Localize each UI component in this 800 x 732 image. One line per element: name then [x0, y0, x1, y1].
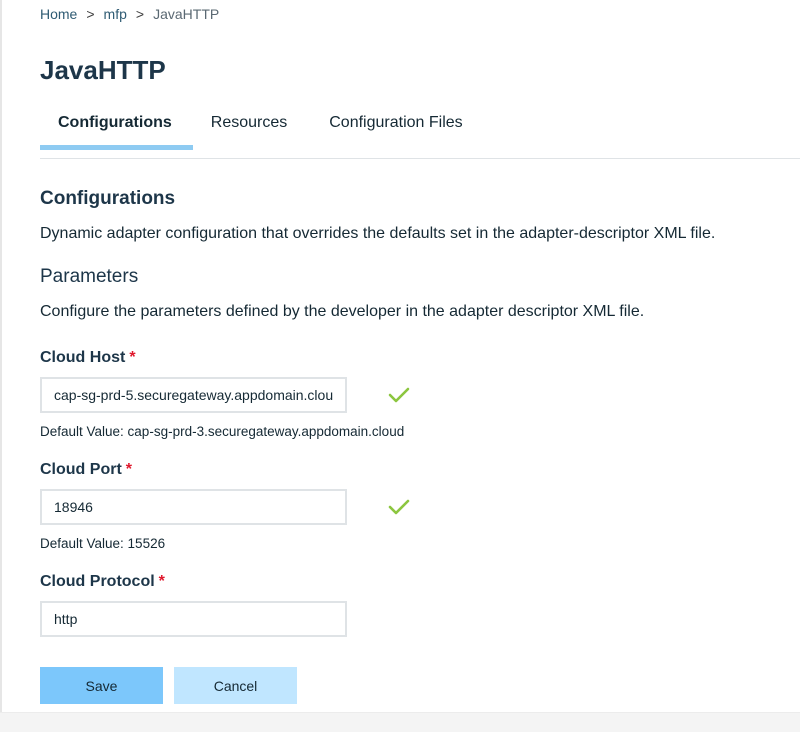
- cloud-host-default-value: Default Value: cap-sg-prd-3.securegatewa…: [40, 424, 405, 439]
- cloud-port-input[interactable]: [40, 489, 347, 525]
- check-icon: [388, 387, 410, 403]
- required-marker: *: [125, 461, 132, 478]
- cloud-host-label-text: Cloud Host: [40, 349, 126, 366]
- tab-configuration-files[interactable]: Configuration Files: [309, 105, 480, 150]
- section-description: Dynamic adapter configuration that overr…: [40, 225, 716, 242]
- breadcrumb: Home > mfp > JavaHTTP: [40, 6, 219, 22]
- required-marker: *: [129, 349, 136, 366]
- cloud-port-label-text: Cloud Port: [40, 461, 122, 478]
- bottom-bar: [0, 712, 800, 732]
- breadcrumb-separator: >: [86, 6, 95, 22]
- section-title: Configurations: [40, 188, 176, 209]
- cloud-protocol-label: Cloud Protocol *: [40, 573, 165, 591]
- breadcrumb-separator: >: [135, 6, 145, 22]
- parameters-description: Configure the parameters defined by the …: [40, 303, 645, 320]
- cloud-host-input[interactable]: [40, 377, 347, 413]
- tab-bar: Configurations Resources Configuration F…: [40, 105, 481, 151]
- cloud-port-default-value: Default Value: 15526: [40, 536, 166, 551]
- cloud-port-label: Cloud Port *: [40, 461, 132, 479]
- required-marker: *: [158, 573, 165, 590]
- save-button[interactable]: Save: [40, 667, 163, 704]
- breadcrumb-home-link[interactable]: Home: [40, 6, 77, 22]
- tab-resources[interactable]: Resources: [193, 105, 309, 150]
- left-edge-border: [0, 0, 2, 731]
- breadcrumb-mfp-link[interactable]: mfp: [104, 6, 127, 22]
- tab-configurations[interactable]: Configurations: [40, 105, 193, 150]
- check-icon: [388, 499, 410, 515]
- page-title: JavaHTTP: [40, 55, 166, 85]
- cloud-protocol-input[interactable]: [40, 601, 347, 637]
- tabs-divider: [40, 158, 800, 159]
- breadcrumb-current: JavaHTTP: [153, 6, 220, 22]
- cloud-protocol-label-text: Cloud Protocol: [40, 573, 155, 590]
- cloud-host-label: Cloud Host *: [40, 349, 136, 367]
- cancel-button[interactable]: Cancel: [174, 667, 297, 704]
- parameters-title: Parameters: [40, 266, 139, 287]
